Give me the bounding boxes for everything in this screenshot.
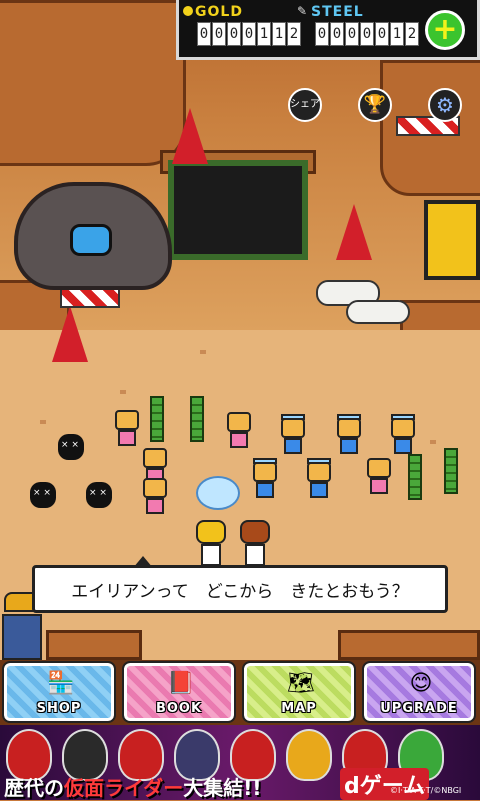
alien-creature[interactable]: [58, 434, 84, 460]
plant-creature[interactable]: [150, 396, 164, 442]
player-character[interactable]: [196, 520, 226, 568]
trophy-button[interactable]: 🏆: [358, 88, 392, 122]
gold-counter: 0 0 0 0 1 1 2: [197, 22, 301, 46]
villager[interactable]: [304, 458, 334, 502]
book-icon: 📕: [167, 671, 195, 696]
bottom-menu: 🏪 SHOP 📕 BOOK 🗺 MAP 😊 UPGRADE: [0, 660, 480, 725]
yellow-machine[interactable]: [424, 200, 480, 280]
gold-digit: 0: [227, 22, 241, 46]
ground-pebble: [120, 390, 126, 394]
traffic-cone: [172, 108, 208, 164]
ad-copyright: ©I·T·A·T·T/©NBGI: [390, 786, 462, 795]
wrench-icon: ✎: [297, 4, 308, 18]
ad-headline[interactable]: 歴代の仮面ライダー大集結!!: [4, 772, 261, 801]
ground-pebble: [430, 440, 436, 444]
trophy-icon: 🏆: [363, 94, 387, 115]
villager[interactable]: [224, 412, 254, 452]
villager[interactable]: [250, 458, 280, 502]
gold-digit: 0: [212, 22, 226, 46]
steel-digit: 0: [345, 22, 359, 46]
villager[interactable]: [112, 410, 142, 450]
gold-digit: 1: [257, 22, 271, 46]
villager[interactable]: [388, 414, 418, 458]
currency-bar: GOLD ✎ STEEL 0 0 0 0 1 1 2 0 0 0 0 0 1 2…: [176, 0, 480, 60]
book-button[interactable]: 📕 BOOK: [122, 661, 236, 723]
map-icon: 🗺: [287, 671, 315, 696]
upgrade-icon: 😊: [409, 671, 433, 696]
steel-label: STEEL: [311, 4, 364, 20]
settings-button[interactable]: ⚙: [428, 88, 462, 122]
book-label: BOOK: [155, 701, 203, 716]
steel-digit: 2: [405, 22, 419, 46]
ground-pebble: [200, 350, 206, 354]
gear-icon: ⚙: [436, 93, 454, 117]
road-barrier: [60, 288, 120, 308]
steel-digit: 1: [390, 22, 404, 46]
map-label: MAP: [281, 701, 317, 716]
gold-digit: 1: [272, 22, 286, 46]
gold-digit: 2: [287, 22, 301, 46]
upgrade-button[interactable]: 😊 UPGRADE: [362, 661, 476, 723]
boulder-creature[interactable]: [14, 182, 172, 290]
gold-label: GOLD: [195, 4, 243, 20]
villager[interactable]: [140, 478, 170, 518]
add-currency-button[interactable]: +: [425, 10, 465, 50]
boulder-eye: [70, 224, 112, 256]
traffic-cone: [52, 306, 88, 362]
speech-pointer: [133, 556, 153, 568]
right-bench: [338, 630, 480, 660]
share-button[interactable]: シェア: [288, 88, 322, 122]
villager[interactable]: [334, 414, 364, 458]
steel-counter: 0 0 0 0 0 1 2: [315, 22, 419, 46]
steel-digit: 0: [330, 22, 344, 46]
game-scene[interactable]: [0, 0, 480, 660]
partner-character[interactable]: [240, 520, 270, 568]
plant-creature[interactable]: [190, 396, 204, 442]
villager[interactable]: [278, 414, 308, 458]
dgame-logo[interactable]: dゲーム: [340, 768, 430, 800]
shop-button[interactable]: 🏪 SHOP: [2, 661, 116, 723]
steel-digit: 0: [375, 22, 389, 46]
alien-creature[interactable]: [86, 482, 112, 508]
dialogue-text: エイリアンって どこから きたとおもう？: [71, 581, 409, 602]
left-bench: [46, 630, 142, 660]
steel-digit: 0: [315, 22, 329, 46]
map-button[interactable]: 🗺 MAP: [242, 661, 356, 723]
villager[interactable]: [364, 458, 394, 498]
bone: [346, 300, 410, 324]
dialogue-box[interactable]: エイリアンって どこから きたとおもう？: [32, 556, 448, 613]
cave-gate[interactable]: [168, 160, 308, 260]
plant-creature[interactable]: [444, 448, 458, 494]
rider-mask-icon: [286, 729, 332, 781]
ghost-creature[interactable]: [196, 476, 240, 510]
left-cliff: [0, 0, 186, 166]
gold-digit: 0: [242, 22, 256, 46]
plant-creature[interactable]: [408, 454, 422, 500]
steel-digit: 0: [360, 22, 374, 46]
ad-text-suffix: 大集結!!: [183, 776, 262, 800]
upgrade-label: UPGRADE: [380, 701, 458, 716]
ground-pebble: [40, 420, 46, 424]
ad-text-highlight: 仮面ライダー: [64, 776, 184, 800]
traffic-cone: [336, 204, 372, 260]
gold-coin-icon: [183, 6, 193, 16]
gold-digit: 0: [197, 22, 211, 46]
bone-pile[interactable]: [316, 270, 416, 330]
alien-creature[interactable]: [30, 482, 56, 508]
shop-icon: 🏪: [47, 671, 75, 696]
shop-label: SHOP: [36, 701, 82, 716]
ad-text-prefix: 歴代の: [4, 776, 64, 800]
